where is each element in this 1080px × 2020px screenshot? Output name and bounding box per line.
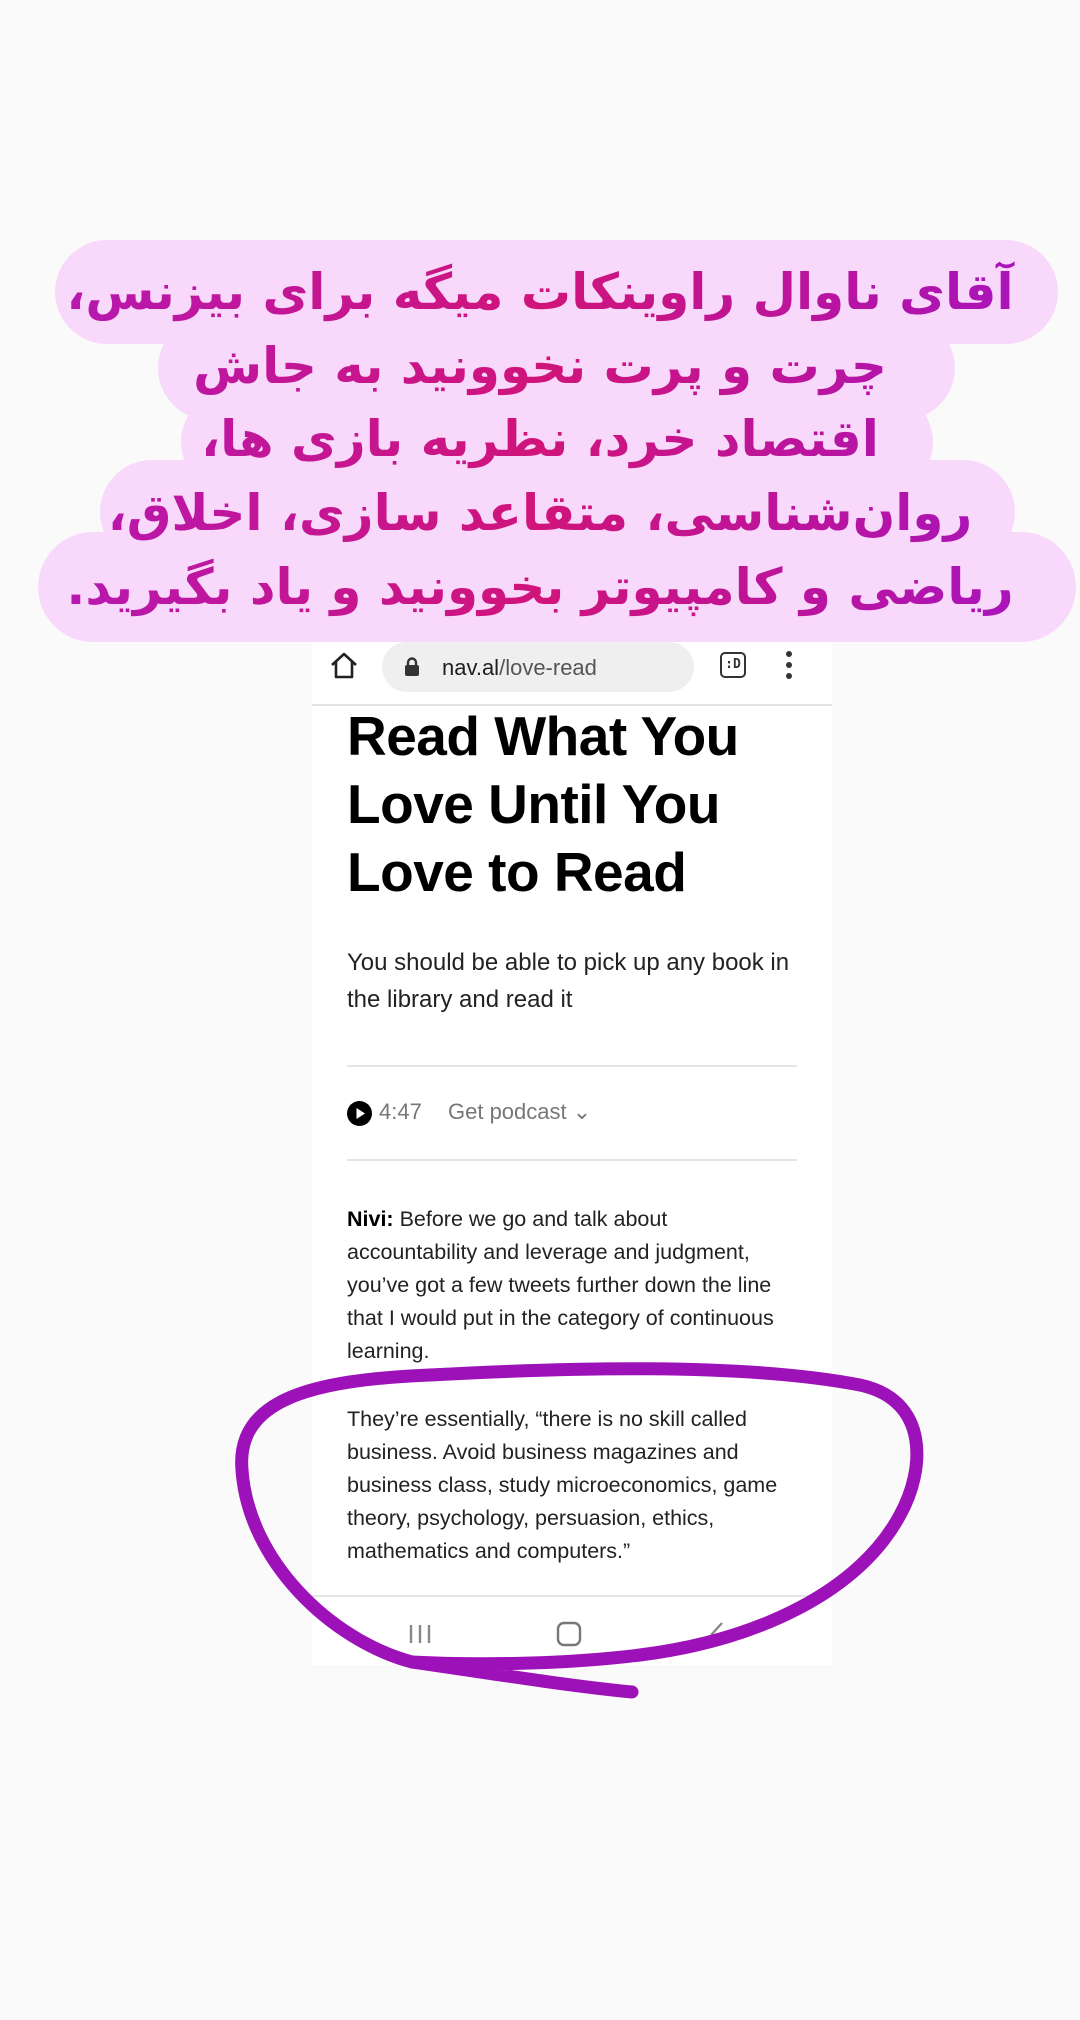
caption-line-5: ریاضی و کامپیوتر بخوونید و یاد بگیرید. xyxy=(0,551,1080,623)
paragraph: Nivi: Before we go and talk about accoun… xyxy=(347,1203,797,1368)
quote-paragraph: They’re essentially, “there is no skill … xyxy=(347,1407,778,1563)
caption-line-2: چرت و پرت نخوونید به جاش xyxy=(0,330,1080,402)
paragraph-text: Before we go and talk about accountabili… xyxy=(347,1207,774,1363)
podcast-row: 4:47 Get podcast ⌄ xyxy=(347,1067,797,1159)
home-icon[interactable] xyxy=(556,1621,582,1647)
article-subtitle: You should be able to pick up any book i… xyxy=(347,949,790,1013)
back-icon[interactable] xyxy=(708,1621,726,1647)
system-nav-bar xyxy=(312,1595,832,1665)
caption-line-4: روان‌شناسی، متقاعد سازی، اخلاق، xyxy=(0,477,1080,549)
divider xyxy=(347,1159,797,1161)
caption-line-3: اقتصاد خرد، نظریه بازی ها، xyxy=(0,403,1080,475)
speaker-name: Nivi: xyxy=(347,1207,394,1231)
article-title: Read What You Love Until You Love to Rea… xyxy=(347,705,739,903)
play-icon[interactable] xyxy=(347,1101,372,1126)
get-podcast-dropdown[interactable]: Get podcast ⌄ xyxy=(448,1099,591,1125)
phone-screenshot: nav.al/love-read :D Read What You Love U… xyxy=(312,640,832,1665)
article: Read What You Love Until You Love to Rea… xyxy=(347,700,797,1568)
podcast-duration: 4:47 xyxy=(379,1099,422,1124)
lock-icon xyxy=(405,657,419,676)
caption-line-1: آقای ناوال راوینکات میگه برای بیزنس، xyxy=(0,256,1080,328)
recent-apps-icon[interactable] xyxy=(407,1623,433,1645)
caption-overlay: آقای ناوال راوینکات میگه برای بیزنس، چرت… xyxy=(0,0,1080,660)
